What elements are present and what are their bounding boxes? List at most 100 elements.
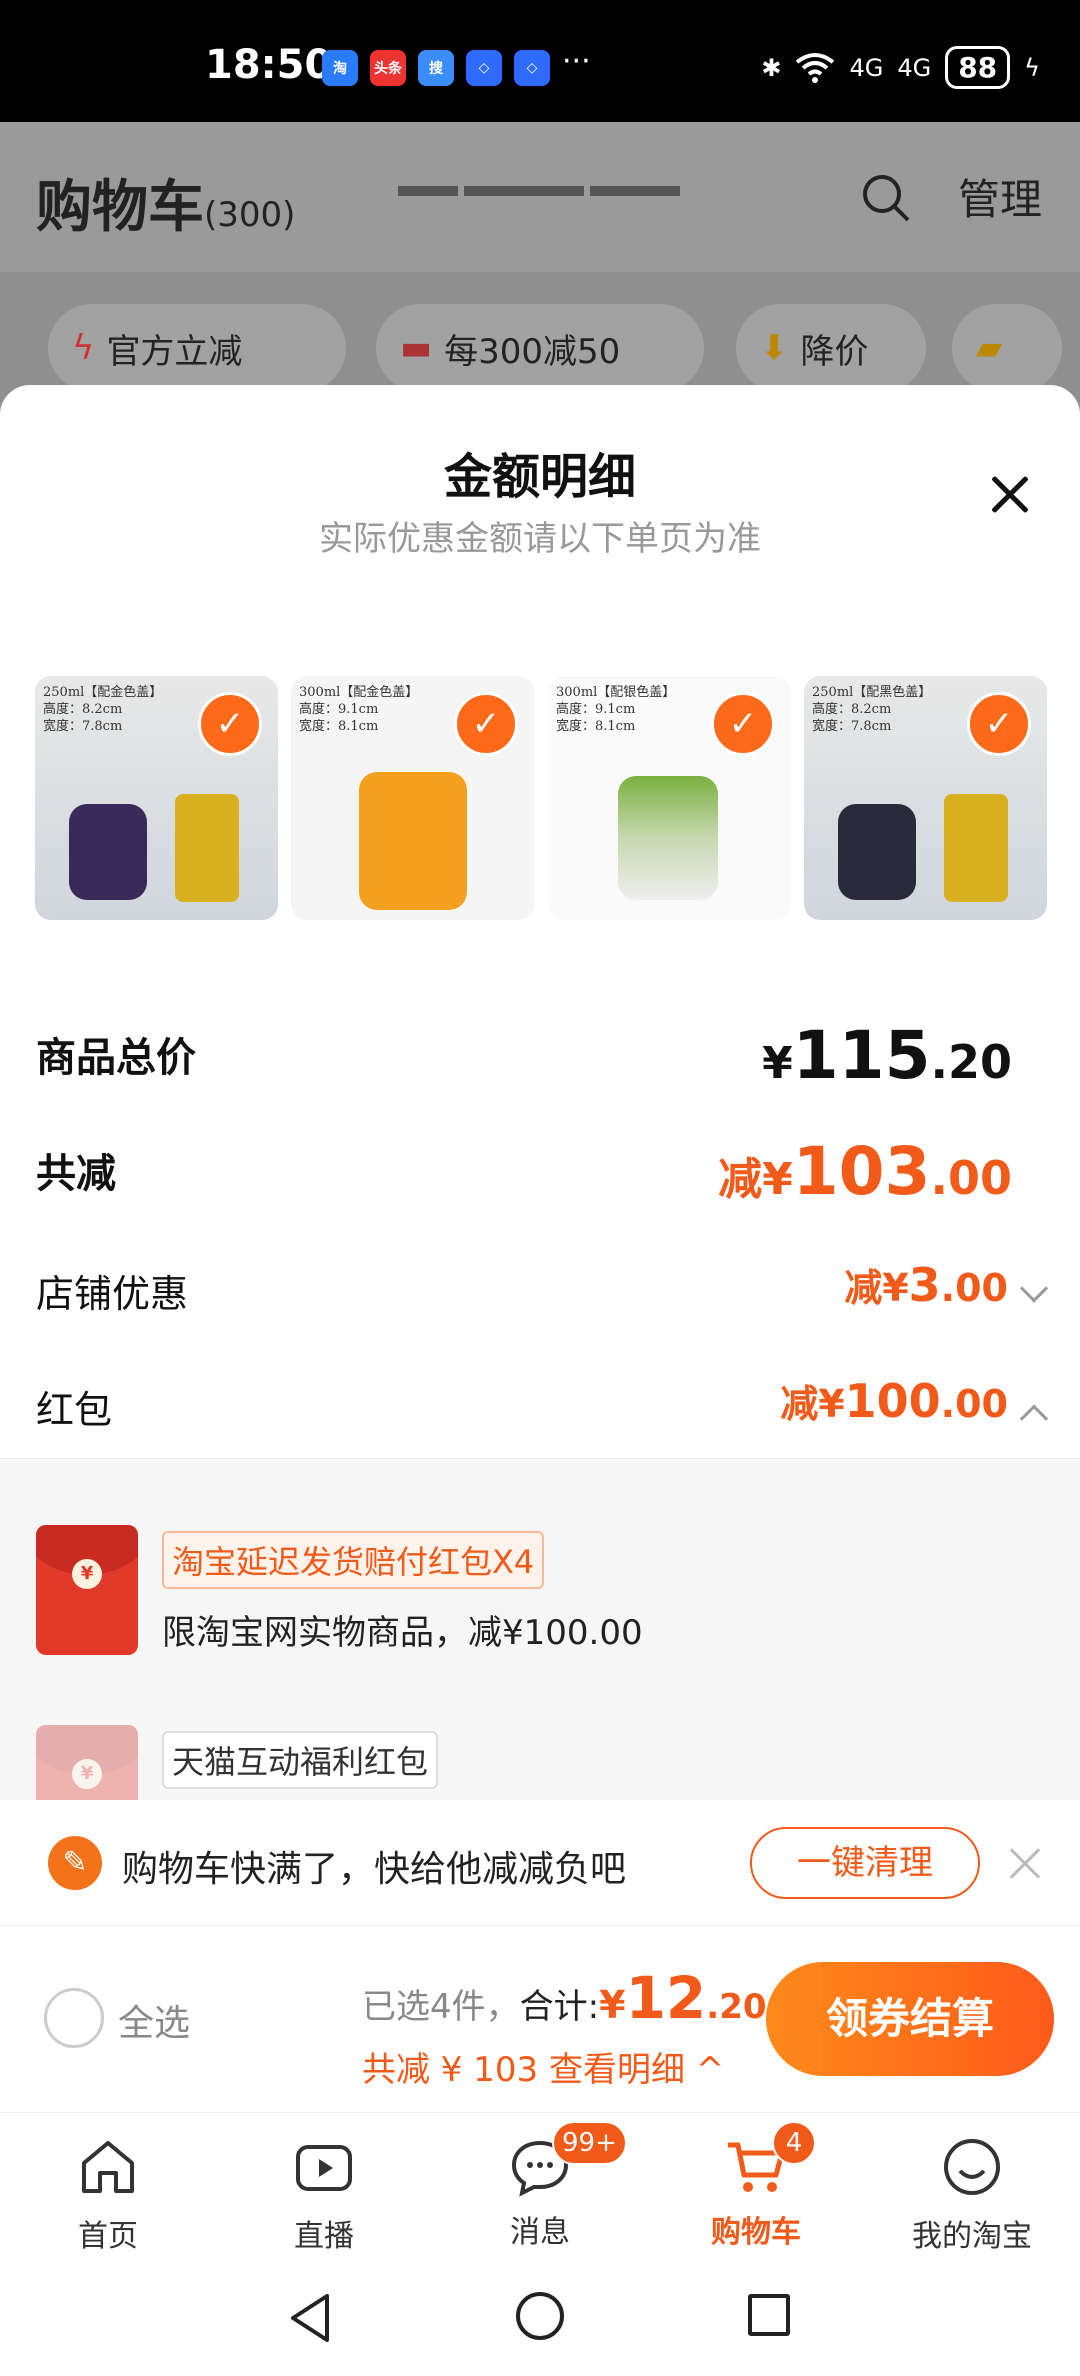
tab-label: 消息 bbox=[510, 2215, 570, 2250]
red-packet-label: 红包 bbox=[36, 1388, 113, 1432]
shop-icon: ▬ bbox=[400, 328, 433, 368]
red-packet-item: ¥ 淘宝延迟发货赔付红包X4 限淘宝网实物商品，减¥100.00 bbox=[36, 1525, 1044, 1665]
notice-text: 购物车快满了，快给他减减负吧 bbox=[122, 1849, 627, 1890]
chip-price-drop[interactable]: ⬇ 降价 bbox=[736, 304, 926, 392]
tab-label: 直播 bbox=[294, 2219, 354, 2254]
signal-4g-icon: 4G bbox=[849, 53, 884, 82]
charging-icon: ϟ bbox=[1024, 53, 1040, 82]
cart-icon-wrap: 4 bbox=[724, 2121, 816, 2199]
price-integer: 115 bbox=[792, 1017, 931, 1094]
product-thumbnail[interactable]: 250ml【配黑色盖】 高度：8.2cm 宽度：7.8cm ✓ bbox=[804, 676, 1047, 920]
selected-check-icon[interactable]: ✓ bbox=[198, 692, 262, 756]
chip-official-discount[interactable]: ϟ 官方立减 bbox=[48, 304, 346, 392]
chip-folder[interactable]: ▰ bbox=[952, 304, 1062, 392]
discount-prefix: 减¥ bbox=[718, 1154, 793, 1205]
close-notice-icon[interactable] bbox=[1005, 1844, 1045, 1884]
product-thumbnail[interactable]: 250ml【配金色盖】 高度：8.2cm 宽度：7.8cm ✓ bbox=[35, 676, 278, 920]
close-icon[interactable] bbox=[980, 465, 1040, 525]
selected-check-icon[interactable]: ✓ bbox=[454, 692, 518, 756]
tab-label: 我的淘宝 bbox=[912, 2219, 1032, 2254]
red-packet-row[interactable]: 红包 减¥100.00 bbox=[36, 1373, 1049, 1433]
yuan-coin-icon: ¥ bbox=[72, 1559, 102, 1589]
recent-apps-icon[interactable] bbox=[748, 2294, 790, 2336]
currency-symbol: ¥ bbox=[762, 1038, 793, 1089]
bottom-tab-bar: 首页 直播 99+ 消息 4 购物车 我的淘宝 bbox=[0, 2112, 1080, 2262]
filter-chips: ϟ 官方立减 ▬ 每300减50 ⬇ 降价 ▰ bbox=[0, 272, 1080, 402]
cart-title-text: 购物车 bbox=[36, 175, 204, 240]
yuan-coin-icon: ¥ bbox=[72, 1759, 102, 1789]
tab-messages[interactable]: 99+ 消息 bbox=[432, 2121, 648, 2257]
discount-integer: 100 bbox=[844, 1374, 941, 1428]
broom-icon: ✎ bbox=[48, 1836, 102, 1890]
tab-home[interactable]: 首页 bbox=[0, 2127, 216, 2257]
total-label: 合计: bbox=[519, 1987, 600, 2027]
select-all-checkbox[interactable] bbox=[44, 1988, 104, 2048]
one-click-clean-button[interactable]: 一键清理 bbox=[750, 1827, 980, 1899]
total-price-row: 商品总价 ¥115.20 bbox=[36, 1017, 1044, 1094]
total-discount-value: 减¥103.00 bbox=[718, 1133, 1012, 1210]
product-thumbnail[interactable]: 300ml【配银色盖】 高度：9.1cm 宽度：8.1cm ✓ bbox=[548, 676, 791, 920]
home-button-icon[interactable] bbox=[516, 2292, 564, 2340]
home-icon bbox=[82, 2141, 134, 2193]
total-price-label: 商品总价 bbox=[36, 1035, 196, 1081]
tab-cart[interactable]: 4 购物车 bbox=[648, 2121, 864, 2257]
can-image bbox=[944, 794, 1008, 902]
select-all-label[interactable]: 全选 bbox=[118, 1994, 190, 2046]
more-notifications-icon: ··· bbox=[562, 44, 591, 79]
wifi-icon bbox=[796, 52, 835, 83]
selected-check-icon[interactable]: ✓ bbox=[967, 692, 1031, 756]
jar-image bbox=[838, 804, 916, 900]
price-decimal: .20 bbox=[930, 1035, 1013, 1089]
total-discount-label: 共减 bbox=[36, 1151, 116, 1197]
tab-live[interactable]: 直播 bbox=[216, 2127, 432, 2257]
jar-image bbox=[618, 776, 718, 900]
red-packet-tag: 淘宝延迟发货赔付红包X4 bbox=[162, 1531, 545, 1589]
red-packet-value: 减¥100.00 bbox=[780, 1373, 1049, 1433]
product-thumbnails: 250ml【配金色盖】 高度：8.2cm 宽度：7.8cm ✓ 300ml【配金… bbox=[35, 676, 1047, 920]
toutiao-notification-icon: 头条 bbox=[370, 50, 406, 86]
total-price-value: ¥115.20 bbox=[762, 1017, 1012, 1094]
product-caption: 250ml【配黑色盖】 高度：8.2cm 宽度：7.8cm bbox=[812, 685, 932, 734]
sheet-subtitle: 实际优惠金额请以下单页为准 bbox=[319, 519, 761, 559]
arrow-down-icon: ⬇ bbox=[760, 328, 789, 368]
signal-4g-icon: 4G bbox=[897, 53, 932, 82]
product-caption: 300ml【配银色盖】 高度：9.1cm 宽度：8.1cm bbox=[556, 685, 676, 734]
tab-label: 首页 bbox=[78, 2219, 138, 2254]
discount-integer: 3 bbox=[908, 1258, 941, 1312]
cart-badge: 4 bbox=[772, 2121, 816, 2165]
cart-count: (300) bbox=[204, 195, 296, 235]
shop-discount-label: 店铺优惠 bbox=[36, 1272, 189, 1316]
app-notification-icon: ◇ bbox=[466, 50, 502, 86]
saved-amount: 共减 ¥ 103 bbox=[362, 2050, 539, 2090]
total-integer: 12 bbox=[625, 1964, 707, 2032]
discount-decimal: .00 bbox=[930, 1151, 1013, 1205]
chip-300-minus-50[interactable]: ▬ 每300减50 bbox=[376, 304, 704, 392]
selected-count: 已选4件， bbox=[362, 1987, 520, 2027]
jar-image bbox=[359, 772, 467, 910]
product-caption: 250ml【配金色盖】 高度：8.2cm 宽度：7.8cm bbox=[43, 685, 163, 734]
chevron-up-icon bbox=[1019, 1404, 1049, 1433]
message-badge: 99+ bbox=[552, 2121, 627, 2165]
total-amount: ¥12.20 bbox=[599, 1964, 766, 2032]
selection-summary: 已选4件，合计:¥12.20 bbox=[362, 1964, 767, 2032]
taobao-notification-icon: 淘 bbox=[322, 50, 358, 86]
battery-icon: 88 bbox=[945, 46, 1011, 89]
search-icon[interactable] bbox=[860, 172, 912, 224]
sheet-title: 金额明细 bbox=[443, 449, 636, 505]
jar-image bbox=[69, 804, 147, 900]
address-selector[interactable] bbox=[398, 180, 718, 216]
message-icon-wrap: 99+ bbox=[508, 2121, 627, 2199]
tab-my-taobao[interactable]: 我的淘宝 bbox=[864, 2127, 1080, 2257]
back-icon[interactable] bbox=[287, 2292, 335, 2344]
system-indicators: ✱ 4G 4G 88 ϟ bbox=[761, 46, 1040, 89]
checkout-button[interactable]: 领券结算 bbox=[766, 1962, 1054, 2076]
view-detail-link[interactable]: 查看明细 ^ bbox=[549, 2050, 724, 2090]
shop-discount-row[interactable]: 店铺优惠 减¥3.00 bbox=[36, 1257, 1049, 1317]
live-icon bbox=[296, 2145, 352, 2191]
selected-check-icon[interactable]: ✓ bbox=[711, 692, 775, 756]
manage-button[interactable]: 管理 bbox=[958, 166, 1042, 227]
bluetooth-icon: ✱ bbox=[761, 53, 782, 82]
chip-label: 每300减50 bbox=[444, 331, 621, 372]
app-notification-icon: ◇ bbox=[514, 50, 550, 86]
product-thumbnail[interactable]: 300ml【配金色盖】 高度：9.1cm 宽度：8.1cm ✓ bbox=[291, 676, 534, 920]
